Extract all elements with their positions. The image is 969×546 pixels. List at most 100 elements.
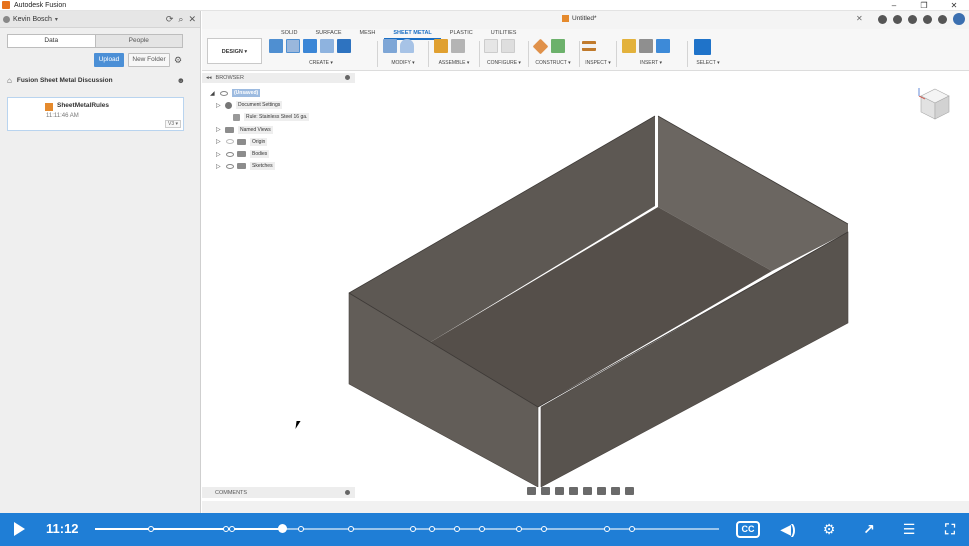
chapters-list-icon[interactable]: ☰ bbox=[897, 519, 921, 539]
chapter-marker[interactable] bbox=[478, 526, 485, 532]
add-people-icon[interactable]: ☻ bbox=[177, 76, 185, 85]
close-tab-icon[interactable]: ✕ bbox=[856, 14, 863, 23]
chapter-marker[interactable] bbox=[410, 526, 417, 532]
offset-plane-icon[interactable] bbox=[532, 38, 549, 55]
zoom-icon[interactable] bbox=[569, 487, 578, 495]
new-component-icon[interactable] bbox=[269, 39, 283, 53]
data-panel-actions: Upload New Folder ⚙ bbox=[94, 53, 182, 67]
insert-mesh-icon[interactable] bbox=[639, 39, 653, 53]
file-card[interactable]: SheetMetalRules 11:11:46 AM V3 ▾ bbox=[7, 97, 184, 131]
file-time: 11:11:46 AM bbox=[46, 113, 79, 119]
select-arrow-icon[interactable] bbox=[694, 39, 711, 55]
pan-icon[interactable] bbox=[555, 487, 564, 495]
upload-button[interactable]: Upload bbox=[94, 53, 124, 67]
configure-icon[interactable] bbox=[484, 39, 498, 53]
playback-time: 11:12 bbox=[46, 521, 79, 536]
chapter-marker[interactable] bbox=[628, 526, 635, 532]
chevron-down-icon[interactable]: ▾ bbox=[55, 16, 58, 23]
refresh-icon[interactable]: ⟳ bbox=[166, 14, 174, 24]
chapter-marker[interactable] bbox=[223, 526, 230, 532]
search-icon[interactable]: ⌕ bbox=[178, 14, 183, 24]
modify-group: MODIFY ▾ bbox=[383, 39, 423, 69]
document-tab[interactable]: Untitled* bbox=[562, 15, 597, 22]
extensions-icon[interactable] bbox=[893, 14, 902, 24]
document-tab-name: Untitled* bbox=[572, 15, 597, 22]
measure-icon[interactable] bbox=[582, 41, 596, 51]
gear-icon[interactable]: ⚙ bbox=[817, 519, 841, 539]
configure-group-label[interactable]: CONFIGURE ▾ bbox=[484, 60, 524, 66]
video-player-controls: 11:12 CC ◀) ⚙ ↗ ☰ ⛶ bbox=[0, 513, 969, 546]
comments-add-icon[interactable] bbox=[345, 490, 350, 495]
play-icon[interactable] bbox=[14, 522, 25, 536]
minimize-button[interactable]: – bbox=[879, 0, 909, 11]
midplane-icon[interactable] bbox=[551, 39, 565, 53]
refold-icon[interactable] bbox=[400, 39, 414, 53]
avatar[interactable] bbox=[953, 13, 965, 25]
close-icon[interactable]: ✕ bbox=[188, 14, 196, 24]
design-file-icon bbox=[45, 103, 53, 111]
inspect-group-label[interactable]: INSPECT ▾ bbox=[582, 60, 614, 66]
chapter-marker[interactable] bbox=[541, 526, 548, 532]
gear-icon[interactable]: ⚙ bbox=[174, 55, 182, 66]
chapter-marker[interactable] bbox=[297, 526, 304, 532]
chapter-marker[interactable] bbox=[148, 526, 155, 532]
orbit-icon[interactable] bbox=[527, 487, 536, 495]
tab-people[interactable]: People bbox=[94, 35, 182, 47]
job-status-icon[interactable] bbox=[908, 14, 917, 24]
fullscreen-icon[interactable]: ⛶ bbox=[938, 519, 962, 539]
look-at-icon[interactable] bbox=[541, 487, 550, 495]
sheet-metal-box-model[interactable] bbox=[202, 71, 969, 487]
unfold-icon[interactable] bbox=[383, 39, 397, 53]
chapter-marker[interactable] bbox=[428, 526, 435, 532]
chapter-marker[interactable] bbox=[516, 526, 523, 532]
select-group-label[interactable]: SELECT ▾ bbox=[694, 60, 722, 66]
canvas-image-icon[interactable] bbox=[656, 39, 670, 53]
home-icon[interactable]: ⌂ bbox=[7, 76, 12, 85]
flange-icon[interactable] bbox=[303, 39, 317, 53]
grid-settings-icon[interactable] bbox=[611, 487, 620, 495]
tab-data[interactable]: Data bbox=[8, 35, 95, 47]
chapter-marker[interactable] bbox=[347, 526, 354, 532]
new-folder-button[interactable]: New Folder bbox=[128, 53, 170, 67]
configuration-table-icon[interactable] bbox=[501, 39, 515, 53]
maximize-button[interactable]: ❐ bbox=[909, 0, 939, 11]
create-sketch-icon[interactable] bbox=[286, 39, 300, 53]
create-group-label[interactable]: CREATE ▾ bbox=[269, 60, 373, 66]
viewports-icon[interactable] bbox=[625, 487, 634, 495]
navigation-bar bbox=[527, 487, 634, 495]
insert-group-label[interactable]: INSERT ▾ bbox=[622, 60, 680, 66]
window-titlebar: Autodesk Fusion – ❐ ✕ bbox=[0, 0, 969, 11]
display-settings-icon[interactable] bbox=[597, 487, 606, 495]
modify-group-label[interactable]: MODIFY ▾ bbox=[383, 60, 423, 66]
insert-derive-icon[interactable] bbox=[622, 39, 636, 53]
workspace-switcher-button[interactable]: DESIGN ▾ bbox=[207, 38, 262, 64]
chapter-marker[interactable] bbox=[453, 526, 460, 532]
close-button[interactable]: ✕ bbox=[939, 0, 969, 11]
timeline-bar[interactable] bbox=[202, 501, 969, 513]
new-component-assemble-icon[interactable] bbox=[434, 39, 448, 53]
chapter-marker[interactable] bbox=[229, 526, 236, 532]
contour-flange-icon[interactable] bbox=[320, 39, 334, 53]
new-tab-icon[interactable] bbox=[878, 14, 887, 24]
seek-bar[interactable] bbox=[95, 524, 719, 533]
seek-bar-progress bbox=[95, 528, 283, 530]
notifications-icon[interactable] bbox=[923, 14, 932, 24]
seek-handle[interactable] bbox=[278, 524, 288, 533]
breadcrumb: ⌂ Fusion Sheet Metal Discussion ☻ bbox=[7, 74, 193, 86]
breadcrumb-project[interactable]: Fusion Sheet Metal Discussion bbox=[17, 77, 113, 84]
version-badge[interactable]: V3 ▾ bbox=[164, 120, 181, 128]
chapter-marker[interactable] bbox=[603, 526, 610, 532]
fusion-logo-icon bbox=[2, 1, 10, 9]
comments-panel[interactable]: COMMENTS bbox=[202, 487, 355, 498]
construct-group-label[interactable]: CONSTRUCT ▾ bbox=[533, 60, 573, 66]
fit-icon[interactable] bbox=[583, 487, 592, 495]
joint-icon[interactable] bbox=[451, 39, 465, 53]
extrude-icon[interactable] bbox=[337, 39, 351, 53]
volume-icon[interactable]: ◀) bbox=[776, 519, 800, 539]
assemble-group-label[interactable]: ASSEMBLE ▾ bbox=[434, 60, 474, 66]
share-icon[interactable]: ↗ bbox=[857, 519, 881, 539]
help-icon[interactable] bbox=[938, 14, 947, 24]
data-panel: Kevin Bosch ▾ ⟳ ⌕ ✕ Data People Upload N… bbox=[0, 11, 201, 513]
captions-button[interactable]: CC bbox=[736, 521, 760, 538]
user-name[interactable]: Kevin Bosch bbox=[13, 16, 52, 23]
